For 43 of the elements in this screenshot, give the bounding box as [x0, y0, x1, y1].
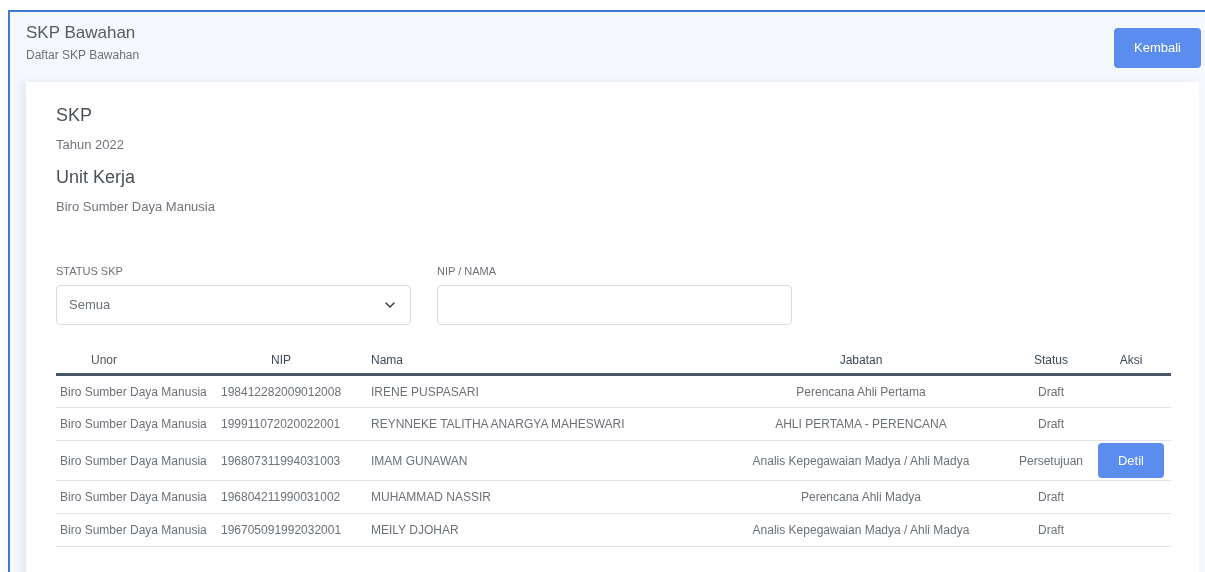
table-cell: 198412282009012008 [221, 374, 371, 408]
table-cell: Draft [1011, 480, 1091, 514]
section-title: SKP [56, 103, 93, 127]
table-cell: Persetujuan [1011, 440, 1091, 481]
table-cell: Perencana Ahli Madya [711, 480, 1011, 514]
table-cell: Draft [1011, 374, 1091, 408]
field-label: NIP / NAMA [437, 263, 498, 279]
year-text: Tahun 2022 [56, 135, 124, 154]
column-header: NIP [221, 347, 371, 375]
table-cell: Draft [1011, 513, 1091, 547]
table-cell: 196807311994031003 [221, 440, 371, 481]
table-cell: IMAM GUNAWAN [371, 440, 711, 481]
table-cell: Perencana Ahli Pertama [711, 374, 1011, 408]
table-cell: 199911072020022001 [221, 407, 371, 441]
column-header: Nama [371, 347, 711, 375]
table-cell: Biro Sumber Daya Manusia [56, 480, 221, 514]
table-cell: REYNNEKE TALITHA ANARGYA MAHESWARI [371, 407, 711, 441]
table-cell: MUHAMMAD NASSIR [371, 480, 711, 514]
table-cell: Biro Sumber Daya Manusia [56, 513, 221, 547]
page-subtitle: Daftar SKP Bawahan [26, 46, 140, 64]
table-cell: Biro Sumber Daya Manusia [56, 407, 221, 441]
table-cell: AHLI PERTAMA - PERENCANA [711, 407, 1011, 441]
table-cell: 196804211990031002 [221, 480, 371, 514]
column-header: Jabatan [711, 347, 1011, 375]
column-header: Unor [56, 347, 221, 375]
page-title: SKP Bawahan [26, 22, 137, 44]
table-cell: IRENE PUSPASARI [371, 374, 711, 408]
table-cell: Biro Sumber Daya Manusia [56, 374, 221, 408]
field-label: STATUS SKP [56, 263, 124, 279]
status-select[interactable]: Semua [56, 285, 411, 325]
section-title: Unit Kerja [56, 166, 136, 189]
table-cell: Biro Sumber Daya Manusia [56, 440, 221, 481]
search-field[interactable] [437, 285, 792, 325]
table-cell: Draft [1011, 407, 1091, 441]
unit-text: Biro Sumber Daya Manusia [56, 198, 215, 216]
detail-button[interactable]: Detil [1098, 442, 1164, 479]
table-cell: MEILY DJOHAR [371, 513, 711, 547]
column-header: Status [1011, 347, 1091, 375]
table-cell: Analis Kepegawaian Madya / Ahli Madya [711, 440, 1011, 481]
back-button[interactable]: Kembali [1114, 28, 1201, 68]
table-cell: Analis Kepegawaian Madya / Ahli Madya [711, 513, 1011, 547]
table-cell: 196705091992032001 [221, 513, 371, 547]
column-header: Aksi [1091, 347, 1171, 375]
